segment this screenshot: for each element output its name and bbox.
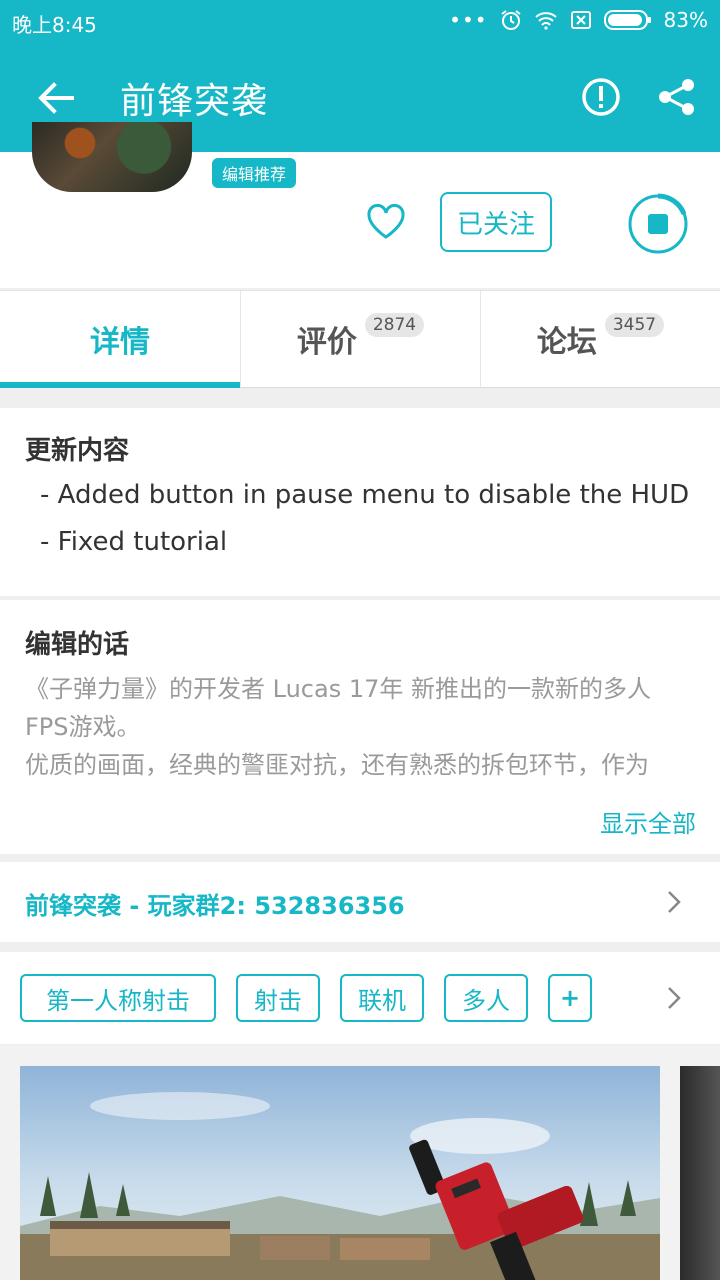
chevron-right-icon[interactable] [664,985,684,1011]
tab-details-label: 详情 [90,325,150,360]
heart-icon[interactable] [364,200,408,244]
tab-details[interactable]: 详情 [0,291,240,387]
tag-chip[interactable]: 多人 [444,974,528,1022]
editor-line: 《子弹力量》的开发者 Lucas 17年 新推出的一款新的多人 [25,675,651,703]
show-all-link[interactable]: 显示全部 [600,804,696,839]
add-tag-button[interactable]: + [548,974,592,1022]
tab-indicator [0,382,240,388]
wifi-icon [534,12,557,30]
tag-chip[interactable]: 联机 [340,974,424,1022]
player-group-row[interactable]: 前锋突袭 - 玩家群2: 532836356 [0,862,720,942]
report-icon[interactable] [580,76,622,118]
update-section: 更新内容 - Added button in pause menu to dis… [0,408,720,596]
editor-title: 编辑的话 [25,630,130,660]
tab-forum[interactable]: 论坛 3457 [480,291,720,387]
follow-button[interactable]: 已关注 [440,192,552,252]
more-dots-icon: ••• [449,8,488,32]
battery-level: 83% [663,8,708,32]
tab-reviews-label: 评价 [296,325,357,360]
download-stop-icon[interactable] [626,192,690,256]
update-line: - Added button in pause menu to disable … [40,480,690,510]
alarm-icon [500,10,521,30]
editor-line: FPS游戏。 [25,713,141,741]
battery-icon [603,10,651,30]
tab-bar: 详情 评价 2874 论坛 3457 [0,290,720,388]
editor-section: 编辑的话 《子弹力量》的开发者 Lucas 17年 新推出的一款新的多人 FPS… [0,600,720,854]
editor-text: 《子弹力量》的开发者 Lucas 17年 新推出的一款新的多人 FPS游戏。 优… [25,670,695,784]
update-title: 更新内容 [25,436,130,466]
game-screenshot[interactable] [20,1066,660,1280]
game-icon[interactable] [32,122,192,192]
tab-forum-label: 论坛 [536,325,597,360]
share-icon[interactable] [656,76,698,118]
page-title: 前锋突袭 [120,81,269,122]
screenshot-scene-image [20,1092,660,1280]
game-screenshot[interactable] [680,1066,720,1280]
status-bar: 晚上8:45 ••• 83% [0,0,720,40]
tab-forum-count: 3457 [604,313,665,337]
chevron-right-icon [668,891,681,913]
editor-line: 优质的画面，经典的警匪对抗，还有熟悉的拆包环节，作为 [25,751,649,779]
editor-pick-badge: 编辑推荐 [212,158,297,188]
status-icons: ••• 83% [449,8,708,32]
player-group-text: 前锋突袭 - 玩家群2: 532836356 [25,892,405,920]
tab-reviews-count: 2874 [364,313,425,337]
tag-chip[interactable]: 第一人称射击 [20,974,216,1022]
update-line: - Fixed tutorial [40,527,228,557]
tag-chip[interactable]: 射击 [236,974,320,1022]
status-time: 晚上8:45 [12,13,97,37]
game-header: 编辑推荐 已关注 [0,122,720,288]
tags-row: 第一人称射击 射击 联机 多人 + [0,952,720,1044]
screenshots-strip [0,1046,720,1280]
back-arrow-icon[interactable] [34,76,78,120]
tab-reviews[interactable]: 评价 2874 [240,291,480,387]
sim-off-icon [570,11,591,29]
